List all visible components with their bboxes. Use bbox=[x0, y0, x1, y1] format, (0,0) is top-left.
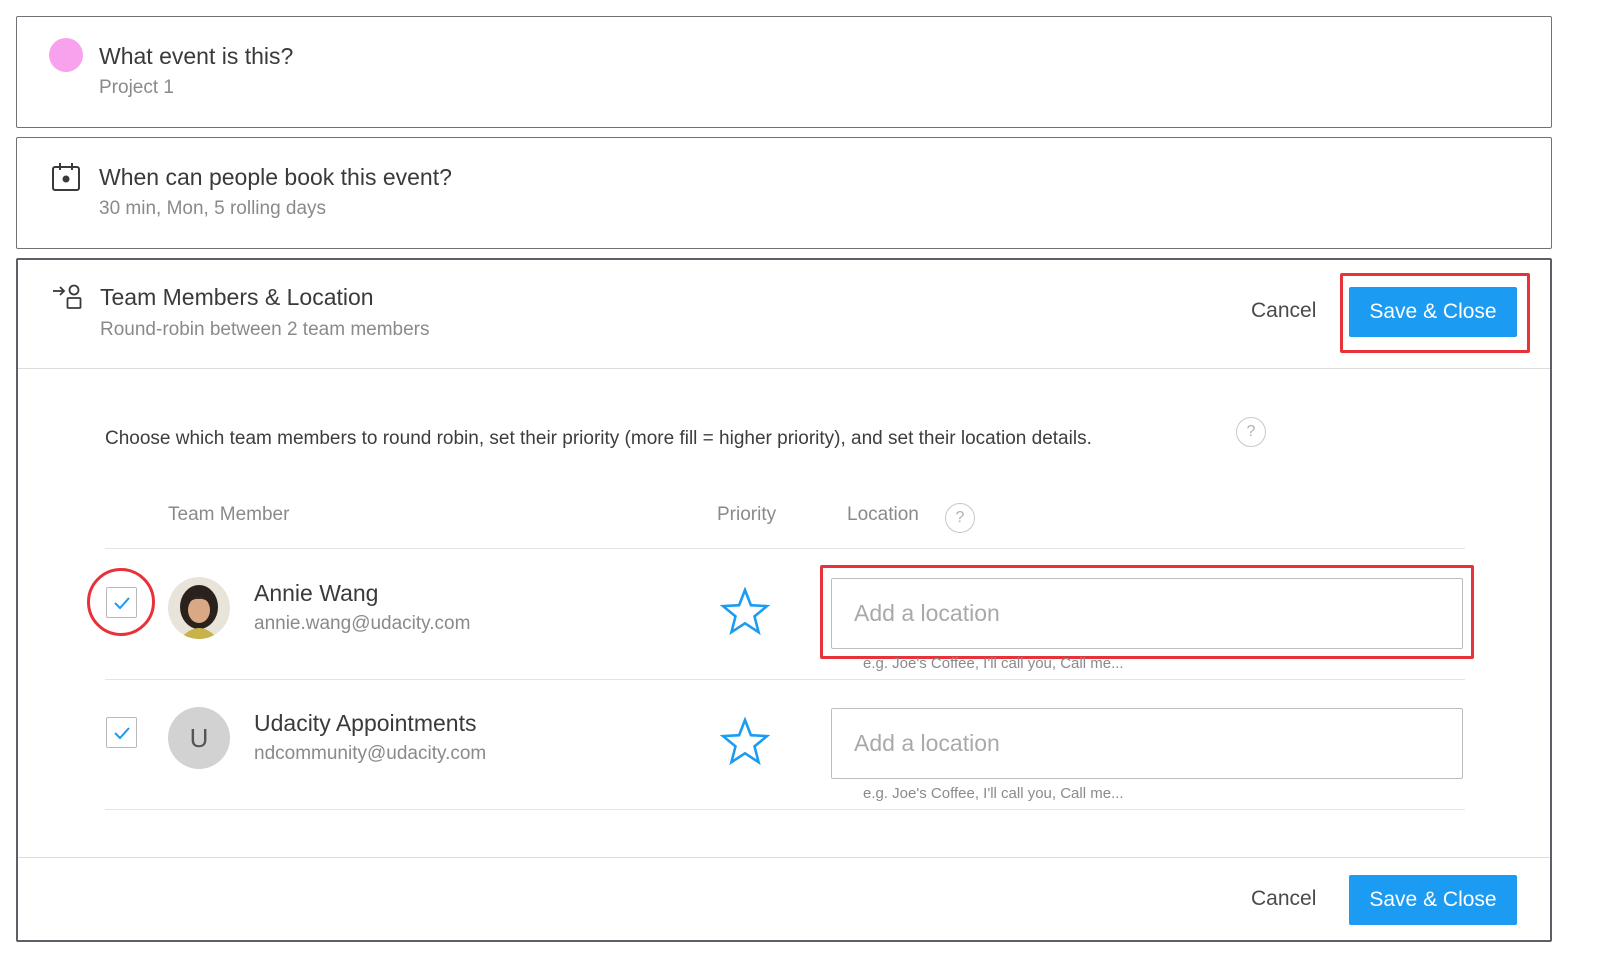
user-photo-icon bbox=[168, 577, 230, 639]
header-cancel-button[interactable]: Cancel bbox=[1251, 299, 1316, 323]
member-name: Annie Wang bbox=[254, 580, 379, 606]
team-card-title: Team Members & Location bbox=[100, 284, 374, 310]
event-card-subtitle: Project 1 bbox=[99, 77, 174, 98]
booking-window-card[interactable]: When can people book this event? 30 min,… bbox=[16, 137, 1552, 249]
booking-card-title: When can people book this event? bbox=[99, 164, 452, 190]
member-email: annie.wang@udacity.com bbox=[254, 613, 471, 634]
team-location-card: Team Members & Location Round-robin betw… bbox=[16, 258, 1552, 942]
footer-divider bbox=[18, 857, 1550, 858]
member-name: Udacity Appointments bbox=[254, 710, 477, 736]
calendar-icon bbox=[52, 163, 80, 191]
instructions-help-icon[interactable]: ? bbox=[1236, 417, 1266, 447]
location-help-icon[interactable]: ? bbox=[945, 503, 975, 533]
location-hint: e.g. Joe's Coffee, I'll call you, Call m… bbox=[863, 655, 1124, 672]
team-assign-icon bbox=[53, 284, 82, 309]
avatar bbox=[168, 577, 230, 639]
checkmark-icon bbox=[113, 726, 130, 739]
event-color-dot-icon bbox=[49, 38, 83, 72]
row-divider bbox=[105, 809, 1465, 810]
priority-star-icon[interactable] bbox=[720, 717, 770, 767]
footer-save-close-button[interactable]: Save & Close bbox=[1349, 875, 1517, 925]
team-card-subtitle: Round-robin between 2 team members bbox=[100, 319, 430, 340]
table-header-divider bbox=[105, 548, 1465, 549]
footer-cancel-button[interactable]: Cancel bbox=[1251, 887, 1316, 911]
header-divider bbox=[18, 368, 1550, 369]
member-email: ndcommunity@udacity.com bbox=[254, 743, 487, 764]
event-card-title: What event is this? bbox=[99, 43, 294, 69]
column-header-team-member: Team Member bbox=[168, 504, 290, 525]
checkmark-icon bbox=[113, 596, 130, 609]
column-header-priority: Priority bbox=[717, 504, 777, 525]
member-checkbox[interactable] bbox=[106, 587, 137, 618]
location-input[interactable] bbox=[831, 578, 1463, 649]
header-save-close-button[interactable]: Save & Close bbox=[1349, 287, 1517, 337]
row-divider bbox=[105, 679, 1465, 680]
event-type-card[interactable]: What event is this? Project 1 bbox=[16, 16, 1552, 128]
booking-card-subtitle: 30 min, Mon, 5 rolling days bbox=[99, 198, 327, 219]
location-hint: e.g. Joe's Coffee, I'll call you, Call m… bbox=[863, 785, 1124, 802]
instructions-text: Choose which team members to round robin… bbox=[105, 428, 1092, 449]
priority-star-icon[interactable] bbox=[720, 587, 770, 637]
column-header-location: Location bbox=[847, 504, 919, 525]
avatar: U bbox=[168, 707, 230, 769]
location-input[interactable] bbox=[831, 708, 1463, 779]
member-checkbox[interactable] bbox=[106, 717, 137, 748]
